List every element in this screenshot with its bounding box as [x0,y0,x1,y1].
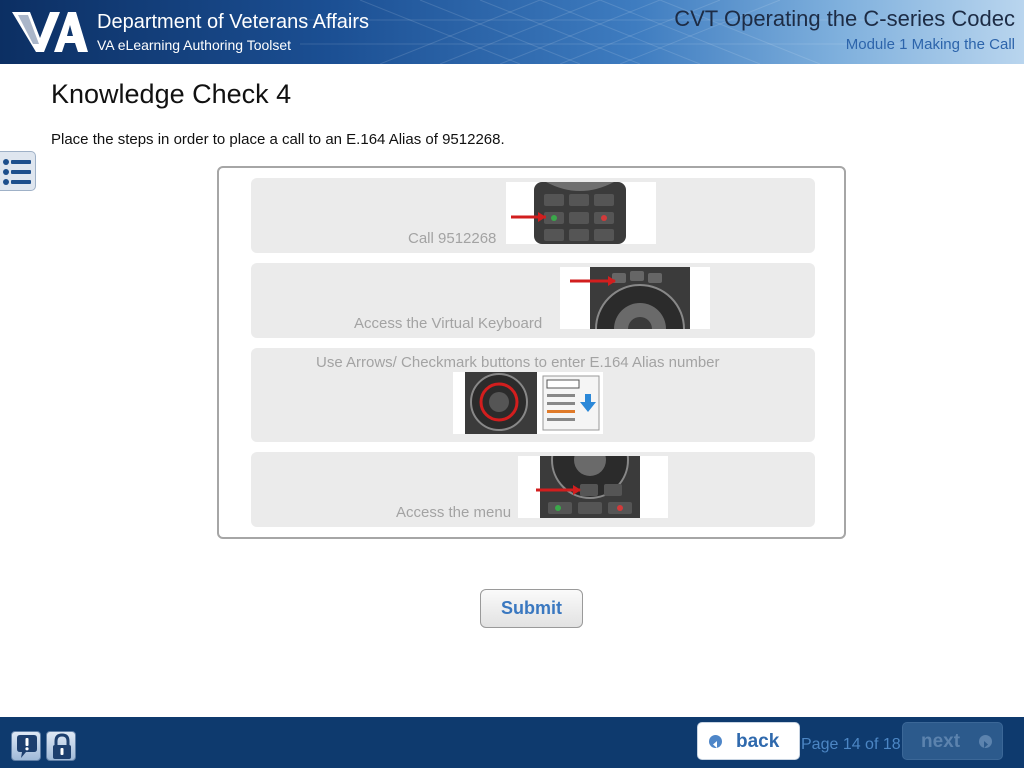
menu-toggle-button[interactable] [0,151,36,191]
va-logo [12,12,88,52]
ordering-item[interactable]: Access the Virtual Keyboard [251,263,815,338]
page-title: Knowledge Check 4 [51,79,292,109]
next-arrow-icon [979,735,992,748]
help-button[interactable] [11,731,41,761]
remote-arrows-and-dial-screen-thumbnail [453,372,603,434]
ordering-item[interactable]: Use Arrows/ Checkmark buttons to enter E… [251,348,815,442]
back-arrow-icon [709,735,722,748]
item-label: Use Arrows/ Checkmark buttons to enter E… [316,354,720,371]
remote-keyboard-button-thumbnail [560,267,710,329]
instructions: Place the steps in order to place a call… [51,131,505,148]
item-label: Access the menu [396,504,512,521]
help-icon [17,735,37,758]
footer-bar: back Page 14 of 18 next [0,717,1024,768]
ordering-item[interactable]: Access the menu [251,452,815,527]
ordering-item[interactable]: Call 9512268 [251,178,815,253]
remote-menu-button-thumbnail [518,456,668,518]
org-name: Department of Veterans Affairs [97,11,370,33]
next-button[interactable]: next [902,722,1003,760]
page-counter: Page 14 of 18 [801,736,901,753]
back-button[interactable]: back [697,722,800,760]
menu-list-icon [3,159,31,185]
course-title: CVT Operating the C-series Codec [674,6,1015,31]
item-label: Call 9512268 [408,230,497,247]
item-label: Access the Virtual Keyboard [354,315,543,332]
module-title: Module 1 Making the Call [845,36,1015,53]
ordering-container: Call 9512268 Access the Virtual Keyboard [217,166,846,539]
remote-call-button-thumbnail [506,182,656,244]
submit-button[interactable]: Submit [480,589,583,628]
lock-icon [53,733,71,759]
lock-button[interactable] [46,731,76,761]
org-subtitle: VA eLearning Authoring Toolset [97,37,292,53]
back-label: back [736,731,780,752]
next-label: next [921,731,961,752]
header-banner: Department of Veterans Affairs VA eLearn… [0,0,1024,64]
